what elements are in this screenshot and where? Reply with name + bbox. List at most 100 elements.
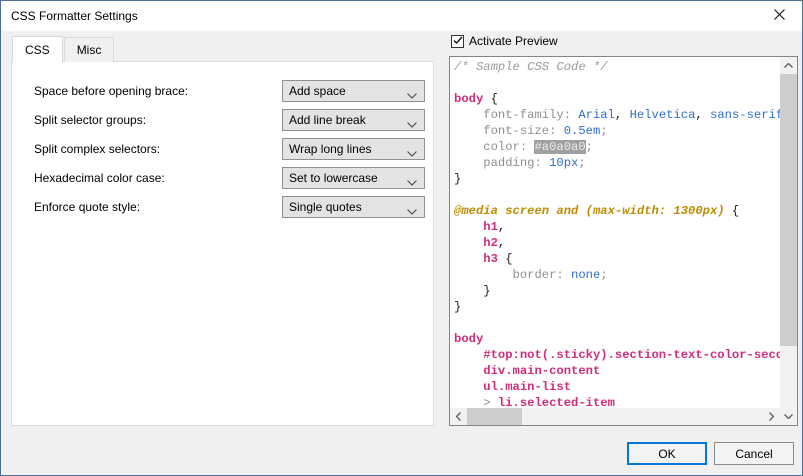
css-formatter-settings-dialog: CSS Formatter Settings CSSMisc Space bef…: [0, 0, 803, 476]
code-line: > li.selected-item: [454, 395, 780, 408]
code-token-pun: {: [483, 92, 498, 106]
dropdown-value: Set to lowercase: [289, 171, 378, 185]
dropdown-split-selector-groups[interactable]: Add line break: [282, 109, 425, 131]
code-token-pun: [454, 140, 483, 154]
setting-row: Split selector groups:Add line break: [34, 109, 424, 131]
code-area[interactable]: /* Sample CSS Code */ body { font-family:…: [450, 57, 780, 408]
code-token-pun: [454, 396, 483, 408]
code-line: @media screen and (max-width: 1300px) {: [454, 203, 780, 219]
tab-bar: CSSMisc: [12, 35, 115, 62]
code-token-pun: [454, 124, 483, 138]
code-line: font-family: Arial, Helvetica, sans-seri…: [454, 107, 780, 123]
code-line: }: [454, 171, 780, 187]
code-token-prop: ;: [578, 156, 585, 170]
dropdown-value: Single quotes: [289, 200, 362, 214]
code-token-sel: h3: [483, 252, 498, 266]
code-token-pun: }: [454, 300, 461, 314]
scroll-left-icon[interactable]: [450, 408, 467, 425]
vertical-scrollbar[interactable]: [780, 57, 797, 425]
ok-button[interactable]: OK: [627, 442, 707, 465]
code-line: color: #a0a0a0;: [454, 139, 780, 155]
code-token-val: sans-serif: [710, 108, 780, 122]
code-token-pun: [454, 380, 483, 394]
code-line: h2,: [454, 235, 780, 251]
tab-css[interactable]: CSS: [12, 36, 63, 63]
checkmark-icon: [453, 34, 463, 48]
code-line: border: none;: [454, 267, 780, 283]
close-button[interactable]: [757, 1, 802, 30]
activate-preview-label: Activate Preview: [469, 34, 558, 48]
code-token-pun: {: [498, 252, 513, 266]
code-token-sel: body: [454, 332, 483, 346]
setting-label: Split complex selectors:: [34, 142, 160, 156]
code-token-pun: ,: [615, 108, 630, 122]
code-token-val: none: [571, 268, 600, 282]
code-token-prop: ;: [600, 124, 607, 138]
code-token-pun: [454, 236, 483, 250]
vertical-scrollbar-thumb[interactable]: [780, 74, 797, 346]
setting-label: Hexadecimal color case:: [34, 171, 165, 185]
chevron-down-icon: [407, 146, 417, 160]
code-token-prop: font-family:: [483, 108, 578, 122]
code-token-sel: ul.main-list: [483, 380, 571, 394]
dropdown-hexadecimal-color-case[interactable]: Set to lowercase: [282, 167, 425, 189]
cancel-button[interactable]: Cancel: [714, 442, 794, 465]
code-line: body {: [454, 91, 780, 107]
code-line: ul.main-list: [454, 379, 780, 395]
checkbox-box[interactable]: [451, 35, 464, 48]
window-title: CSS Formatter Settings: [1, 9, 138, 23]
code-line: body: [454, 331, 780, 347]
code-token-val: Helvetica: [630, 108, 696, 122]
code-token-prop: border:: [513, 268, 572, 282]
code-token-prop: ;: [586, 140, 593, 154]
code-line: padding: 10px;: [454, 155, 780, 171]
code-line: [454, 75, 780, 91]
code-token-swatch: #a0a0a0: [534, 140, 585, 154]
code-token-pun: }: [454, 172, 461, 186]
horizontal-scrollbar-thumb[interactable]: [467, 408, 522, 425]
scroll-down-icon[interactable]: [780, 408, 797, 425]
scroll-right-icon[interactable]: [763, 408, 780, 425]
code-token-op: >: [483, 396, 498, 408]
tab-page-css: Space before opening brace: Add space Spli…: [11, 61, 434, 426]
close-icon: [774, 8, 785, 23]
chevron-down-icon: [407, 204, 417, 218]
code-token-pun: [454, 156, 483, 170]
dropdown-value: Wrap long lines: [289, 142, 372, 156]
code-token-pun: [454, 220, 483, 234]
code-token-sel: div.main-content: [483, 364, 600, 378]
titlebar[interactable]: CSS Formatter Settings: [1, 1, 802, 31]
code-line: font-size: 0.5em;: [454, 123, 780, 139]
dropdown-enforce-quote-style[interactable]: Single quotes: [282, 196, 425, 218]
code-token-prop: font-size:: [483, 124, 563, 138]
code-line: h1,: [454, 219, 780, 235]
code-token-pun: ,: [498, 220, 505, 234]
code-token-sel: body: [454, 92, 483, 106]
tab-misc[interactable]: Misc: [64, 37, 115, 62]
setting-label: Enforce quote style:: [34, 200, 140, 214]
code-line: }: [454, 299, 780, 315]
dropdown-space-before-opening-brace[interactable]: Add space: [282, 80, 425, 102]
setting-row: Hexadecimal color case: Set to lowercase: [34, 167, 424, 189]
horizontal-scrollbar[interactable]: [450, 408, 780, 425]
code-line: #top:not(.sticky).section-text-color-sec…: [454, 347, 780, 363]
preview-pane: /* Sample CSS Code */ body { font-family:…: [449, 56, 798, 426]
chevron-down-icon: [407, 88, 417, 102]
code-token-pun: ,: [695, 108, 710, 122]
code-token-pun: {: [725, 204, 740, 218]
code-token-sel: li.selected-item: [498, 396, 615, 408]
dropdown-split-complex-selectors[interactable]: Wrap long lines: [282, 138, 425, 160]
code-token-sel: #top:not(.sticky).section-text-color-sec…: [483, 348, 780, 362]
activate-preview-checkbox[interactable]: Activate Preview: [451, 34, 558, 48]
code-token-val: 0.5em: [564, 124, 601, 138]
scroll-up-icon[interactable]: [780, 57, 797, 74]
chevron-down-icon: [407, 175, 417, 189]
code-token-val: 10px: [549, 156, 578, 170]
code-token-prop: ;: [600, 268, 607, 282]
code-line: }: [454, 283, 780, 299]
code-token-pun: [454, 364, 483, 378]
code-line: [454, 315, 780, 331]
setting-row: Split complex selectors: Wrap long lines: [34, 138, 424, 160]
code-line: /* Sample CSS Code */: [454, 59, 780, 75]
setting-label: Space before opening brace:: [34, 84, 188, 98]
